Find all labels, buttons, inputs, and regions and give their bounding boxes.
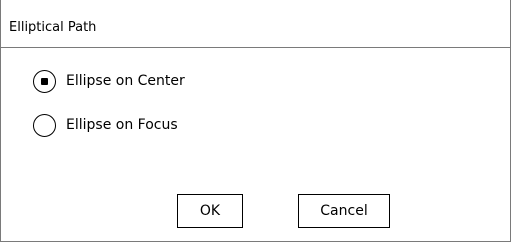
option-label-focus: Ellipse on Focus — [66, 117, 178, 133]
dialog-title: Elliptical Path — [9, 20, 97, 35]
option-ellipse-on-focus[interactable]: Ellipse on Focus — [33, 114, 178, 137]
option-label-center: Ellipse on Center — [66, 73, 185, 89]
radio-unselected-icon[interactable] — [33, 114, 56, 137]
elliptical-path-dialog: Elliptical Path Ellipse on Center Ellips… — [0, 0, 511, 242]
cancel-button[interactable]: Cancel — [298, 194, 390, 228]
radio-selected-icon[interactable] — [33, 70, 56, 93]
option-ellipse-on-center[interactable]: Ellipse on Center — [33, 70, 185, 93]
ok-button[interactable]: OK — [177, 194, 243, 228]
radio-dot — [41, 78, 48, 85]
dialog-title-bar: Elliptical Path — [1, 0, 510, 48]
